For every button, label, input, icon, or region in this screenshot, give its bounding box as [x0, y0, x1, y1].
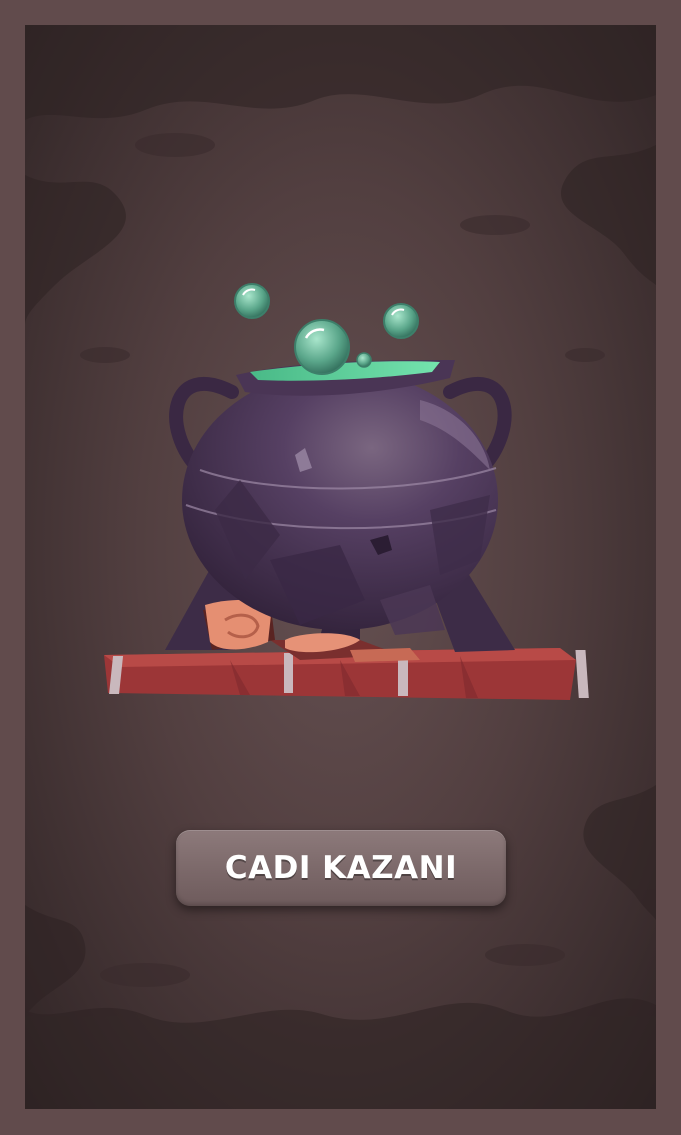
- title-button-label: CADI KAZANI: [224, 850, 458, 886]
- game-frame: CADI KAZANI: [0, 0, 681, 1135]
- cauldron-illustration: [104, 283, 589, 700]
- cadi-kazani-button[interactable]: CADI KAZANI: [176, 830, 506, 906]
